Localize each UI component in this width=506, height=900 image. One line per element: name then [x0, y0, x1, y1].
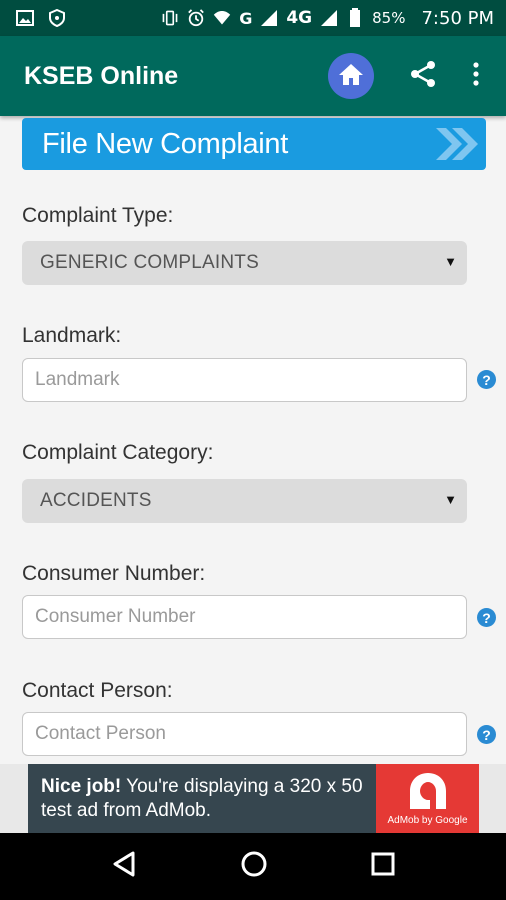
alarm-icon	[187, 9, 205, 27]
complaint-type-value: GENERIC COMPLAINTS	[40, 252, 259, 273]
app-bar: KSEB Online	[0, 36, 506, 116]
ad-headline: Nice job!	[41, 775, 122, 797]
admob-logo-icon	[409, 773, 446, 809]
contact-person-help-icon[interactable]: ?	[477, 725, 496, 744]
dropdown-arrow-icon: ▼	[444, 492, 457, 507]
battery-icon	[346, 8, 364, 27]
complaint-category-label: Complaint Category:	[22, 441, 214, 464]
landmark-help-icon[interactable]: ?	[477, 370, 496, 389]
contact-person-label: Contact Person:	[22, 679, 173, 702]
complaint-category-value: ACCIDENTS	[40, 490, 152, 511]
landmark-input[interactable]: Landmark	[22, 358, 467, 402]
consumer-number-help-icon[interactable]: ?	[477, 608, 496, 627]
more-vert-icon	[473, 61, 479, 91]
status-bar: G 4G 85% 7:50 PM	[0, 0, 506, 36]
complaint-type-select[interactable]: GENERIC COMPLAINTS ▼	[22, 241, 467, 285]
battery-percent: 85%	[372, 9, 406, 27]
complaint-form: File New Complaint Complaint Type: GENER…	[0, 116, 506, 764]
vibrate-icon	[161, 9, 179, 27]
consumer-number-input[interactable]: Consumer Number	[22, 595, 467, 639]
home-nav-button[interactable]	[240, 850, 268, 883]
home-button[interactable]	[328, 53, 374, 99]
landmark-placeholder: Landmark	[35, 369, 120, 390]
clock: 7:50 PM	[421, 7, 494, 29]
signal-icon	[320, 9, 338, 27]
double-chevron-icon	[434, 126, 480, 167]
home-circle-icon	[241, 851, 267, 877]
recents-icon	[371, 852, 395, 876]
shield-icon	[48, 9, 66, 27]
home-icon	[338, 62, 364, 91]
share-button[interactable]	[406, 59, 440, 93]
network-type: 4G	[286, 8, 313, 28]
admob-caption: AdMob by Google	[387, 815, 468, 826]
app-title: KSEB Online	[24, 61, 179, 90]
consumer-number-label: Consumer Number:	[22, 562, 206, 585]
share-icon	[409, 60, 437, 93]
landmark-label: Landmark:	[22, 324, 122, 347]
back-icon	[113, 851, 135, 877]
recents-button[interactable]	[371, 852, 395, 881]
contact-person-input[interactable]: Contact Person	[22, 712, 467, 756]
back-button[interactable]	[111, 850, 137, 883]
banner-title: File New Complaint	[42, 127, 289, 160]
admob-logo: AdMob by Google	[376, 764, 479, 833]
ad-text: Nice job! You're displaying a 320 x 50 t…	[28, 775, 371, 823]
image-icon	[16, 9, 34, 27]
wifi-icon	[213, 9, 231, 27]
signal-label: G	[239, 8, 253, 28]
system-nav-bar	[0, 833, 506, 900]
complaint-category-select[interactable]: ACCIDENTS ▼	[22, 479, 467, 523]
admob-banner-ad[interactable]: Nice job! You're displaying a 320 x 50 t…	[28, 764, 479, 833]
consumer-number-placeholder: Consumer Number	[35, 606, 196, 627]
complaint-type-label: Complaint Type:	[22, 204, 174, 227]
file-new-complaint-banner: File New Complaint	[22, 118, 486, 170]
more-options-button[interactable]	[466, 59, 486, 93]
contact-person-placeholder: Contact Person	[35, 723, 166, 744]
dropdown-arrow-icon: ▼	[444, 254, 457, 269]
signal-icon	[260, 9, 278, 27]
